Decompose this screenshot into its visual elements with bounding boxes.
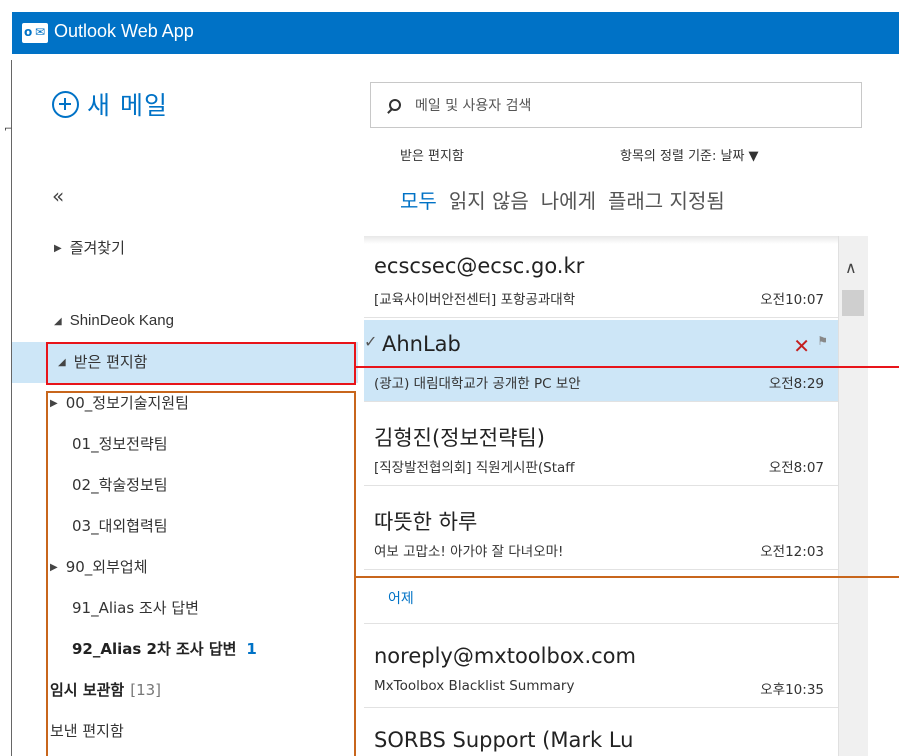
outlook-logo-icon: o ✉ [22,23,48,43]
message-time: 오후10:35 [760,682,824,698]
message-item[interactable]: 김형진(정보전략팀) [직장발전협의회] 직원게시판(Staff 오전8:07 [364,404,838,486]
filter-unread[interactable]: 읽지 않음 [449,185,529,214]
search-input[interactable]: 메일 및 사용자 검색 [370,82,862,128]
message-item[interactable]: ecscsec@ecsc.go.kr [교육사이버안전센터] 포항공과대학 오전… [364,236,838,318]
scroll-thumb[interactable] [842,290,864,316]
message-item[interactable]: 따뜻한 하루 여보 고맙소! 아가야 잘 다녀오마! 오전12:03 [364,488,838,570]
flag-icon[interactable]: ⚑ [817,334,828,348]
message-item[interactable]: noreply@mxtoolbox.com MxToolbox Blacklis… [364,626,838,708]
message-item[interactable]: SORBS Support (Mark Lu [364,710,838,756]
day-divider: 어제 [364,574,838,624]
message-item-selected[interactable]: ✓ AhnLab ✕ ⚑ (광고) 대림대학교가 공개한 PC 보안 오전8:2… [364,320,838,402]
message-sender: AhnLab [382,332,461,356]
message-time: 오전8:29 [768,376,824,392]
search-icon [389,99,401,111]
plus-circle-icon [52,90,79,118]
check-icon[interactable]: ✓ [364,332,377,351]
message-subject: [교육사이버안전센터] 포항공과대학 [374,292,576,308]
new-mail-button[interactable]: 새 메일 [52,86,168,122]
delete-icon[interactable]: ✕ [793,334,810,358]
message-list: ecscsec@ecsc.go.kr [교육사이버안전센터] 포항공과대학 오전… [364,236,838,756]
new-mail-label: 새 메일 [87,91,168,120]
outlook-window: o ✉ Outlook Web App ⌐ 새 메일 « ▶ 즐겨찾기 ◢ ShinD… [0,0,899,756]
highlight-box-orange [46,391,356,756]
favorites-label: 즐겨찾기 [69,239,125,257]
message-sender: ecscsec@ecsc.go.kr [374,254,585,278]
scroll-up-icon[interactable]: ∧ [845,258,857,277]
reading-pane-edge [868,236,899,756]
favorites-node[interactable]: ▶ 즐겨찾기 [54,237,125,258]
message-time: 오전8:07 [768,460,824,476]
highlight-box-red [46,342,356,385]
callout-line-red [356,366,899,368]
filter-flagged[interactable]: 플래그 지정됨 [608,185,725,214]
list-folder-title: 받은 편지함 [400,149,464,164]
message-sender: SORBS Support (Mark Lu [374,728,634,752]
message-sender: 김형진(정보전략팀) [374,426,545,450]
filter-all[interactable]: 모두 [400,185,437,214]
message-subject: 여보 고맙소! 아가야 잘 다녀오마! [374,544,564,560]
message-sender: noreply@mxtoolbox.com [374,644,636,668]
app-header: o ✉ Outlook Web App [12,12,899,54]
search-placeholder: 메일 및 사용자 검색 [415,98,532,114]
message-sender: 따뜻한 하루 [374,510,478,534]
app-title: Outlook Web App [54,21,194,41]
collapse-pane-button[interactable]: « [52,184,64,208]
callout-line-orange [356,576,899,578]
message-subject: (광고) 대림대학교가 공개한 PC 보안 [374,376,581,392]
sort-dropdown[interactable]: 항목의 정렬 기준: 날짜 ▼ [620,145,759,164]
collapse-down-icon: ◢ [54,315,62,327]
filter-tabs: 모두 읽지 않음 나에게 플래그 지정됨 [400,185,737,214]
left-edge-pane: ⌐ [0,60,12,756]
account-node[interactable]: ◢ ShinDeok Kang [54,312,174,329]
message-subject: [직장발전협의회] 직원게시판(Staff [374,460,575,476]
account-label: ShinDeok Kang [69,312,174,329]
filter-to-me[interactable]: 나에게 [541,185,596,214]
expand-right-icon: ▶ [54,243,62,254]
message-subject: MxToolbox Blacklist Summary [374,678,575,694]
day-divider-label: 어제 [388,591,414,607]
message-time: 오전10:07 [760,292,824,308]
message-time: 오전12:03 [760,544,824,560]
message-list-scrollbar[interactable]: ∧ [838,236,868,756]
